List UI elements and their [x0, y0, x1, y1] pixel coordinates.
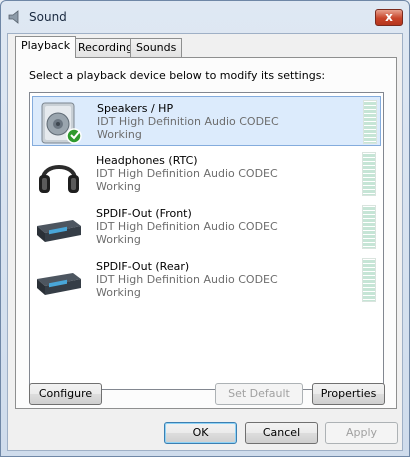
- spdif-device-icon: [37, 220, 81, 242]
- device-name: Headphones (RTC): [96, 154, 198, 167]
- tab-sounds[interactable]: Sounds: [130, 38, 183, 57]
- device-list[interactable]: Speakers / HP IDT High Definition Audio …: [29, 92, 384, 390]
- volume-level-meter: [362, 152, 376, 196]
- device-description: IDT High Definition Audio CODEC: [96, 220, 278, 233]
- dialog-client-area: Playback Recording Sounds Select a playb…: [7, 33, 403, 451]
- device-item-spdif-rear[interactable]: SPDIF-Out (Rear) IDT High Definition Aud…: [32, 255, 381, 305]
- device-name: SPDIF-Out (Rear): [96, 260, 190, 273]
- device-status: Working: [96, 286, 141, 299]
- ok-button[interactable]: OK: [164, 422, 237, 444]
- instructions-text: Select a playback device below to modify…: [29, 69, 326, 82]
- set-default-button[interactable]: Set Default: [215, 383, 303, 405]
- sound-dialog-window: Sound x Playback Recording Sounds Select…: [0, 0, 410, 457]
- spdif-device-icon: [37, 273, 81, 295]
- device-description: IDT High Definition Audio CODEC: [96, 167, 278, 180]
- cancel-button[interactable]: Cancel: [245, 422, 318, 444]
- close-button[interactable]: x: [375, 9, 403, 26]
- device-description: IDT High Definition Audio CODEC: [96, 273, 278, 286]
- default-check-icon: [70, 131, 80, 140]
- close-icon: x: [385, 10, 393, 24]
- device-item-spdif-front[interactable]: SPDIF-Out (Front) IDT High Definition Au…: [32, 202, 381, 252]
- tab-playback-label: Playback: [21, 39, 71, 52]
- headphones-icon: [39, 165, 79, 193]
- device-description: IDT High Definition Audio CODEC: [97, 115, 279, 128]
- tab-playback[interactable]: Playback: [15, 36, 77, 58]
- volume-level-meter: [363, 100, 377, 144]
- configure-button[interactable]: Configure: [29, 383, 102, 405]
- window-title: Sound: [29, 10, 67, 24]
- playback-tab-panel: Select a playback device below to modify…: [15, 57, 397, 409]
- title-bar[interactable]: Sound x: [1, 1, 409, 33]
- device-name: Speakers / HP: [97, 102, 174, 115]
- device-item-speakers[interactable]: Speakers / HP IDT High Definition Audio …: [32, 96, 381, 146]
- device-status: Working: [96, 180, 141, 193]
- device-name: SPDIF-Out (Front): [96, 207, 192, 220]
- volume-level-meter: [362, 258, 376, 302]
- device-item-headphones[interactable]: Headphones (RTC) IDT High Definition Aud…: [32, 149, 381, 199]
- volume-level-meter: [362, 205, 376, 249]
- device-status: Working: [97, 128, 142, 141]
- tab-sounds-label: Sounds: [136, 41, 177, 54]
- tab-recording[interactable]: Recording: [72, 38, 140, 57]
- apply-button[interactable]: Apply: [325, 422, 398, 444]
- properties-button[interactable]: Properties: [312, 383, 385, 405]
- tab-recording-label: Recording: [78, 41, 134, 54]
- speaker-icon: [8, 10, 19, 24]
- device-status: Working: [96, 233, 141, 246]
